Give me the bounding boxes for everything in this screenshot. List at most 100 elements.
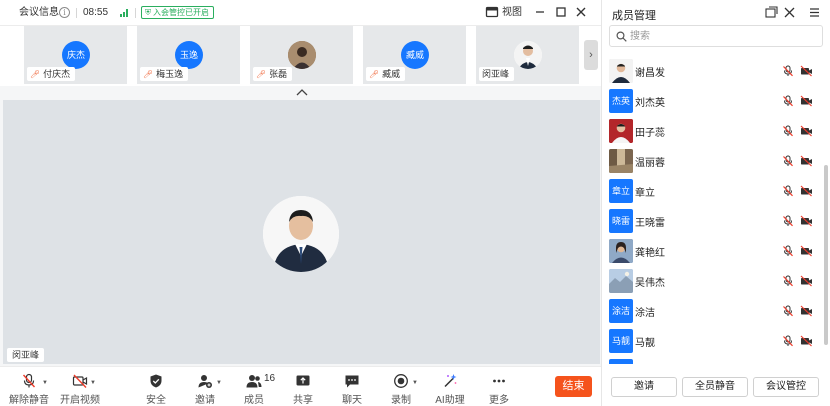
- participant-name-tag: 🎤︎ 张磊: [253, 67, 293, 81]
- chevron-up-icon[interactable]: [296, 88, 308, 96]
- end-meeting-button[interactable]: 结束: [555, 376, 592, 397]
- mic-off-icon[interactable]: [782, 185, 794, 197]
- mic-off-icon[interactable]: [782, 305, 794, 317]
- list-item[interactable]: 温丽蓉: [602, 146, 823, 176]
- mic-off-icon[interactable]: [782, 245, 794, 257]
- more-button[interactable]: 更多: [474, 372, 524, 406]
- list-item[interactable]: 马靓 马靓: [602, 326, 823, 356]
- search-input[interactable]: [630, 28, 818, 44]
- divider: [76, 8, 77, 18]
- meeting-area: 会议信息 i 08:55 ⛨ 入会管控已开启 视图 庆杰 🎤︎ 付庆杰 玉逸 🎤︎ 梅…: [0, 0, 601, 406]
- invite-button[interactable]: ▼ 邀请: [180, 372, 230, 406]
- mic-off-icon[interactable]: [782, 335, 794, 347]
- more-dots-icon: [493, 379, 505, 383]
- participant-tile[interactable]: 🎤︎ 张磊: [250, 26, 353, 84]
- panel-title: 成员管理: [612, 10, 656, 22]
- mute-all-button[interactable]: 全员静音: [682, 377, 748, 397]
- close-icon[interactable]: [783, 6, 796, 19]
- unmute-button[interactable]: ▼ 解除静音: [4, 372, 54, 406]
- member-name: 马靓: [635, 338, 655, 349]
- avatar-photo: [609, 119, 633, 143]
- ai-sparkle-icon: [444, 374, 457, 388]
- member-name: 田子蕊: [635, 128, 665, 139]
- participant-tile[interactable]: 庆杰 🎤︎ 付庆杰: [24, 26, 127, 84]
- chevron-down-icon[interactable]: ▼: [90, 380, 96, 386]
- view-icon[interactable]: [485, 5, 499, 19]
- camera-off-icon[interactable]: [800, 155, 813, 167]
- add-user-icon: [198, 375, 212, 388]
- camera-off-icon: [72, 374, 88, 388]
- waiting-room-badge[interactable]: ⛨ 入会管控已开启: [141, 6, 214, 19]
- camera-off-icon[interactable]: [800, 335, 813, 347]
- list-item[interactable]: 章立 章立: [602, 176, 823, 206]
- chevron-down-icon[interactable]: ▼: [216, 380, 222, 386]
- list-item[interactable]: 龚艳红: [602, 236, 823, 266]
- chevron-down-icon[interactable]: ▼: [412, 380, 418, 386]
- avatar-photo: [609, 149, 633, 173]
- participant-name-tag: 🎤︎ 臧威: [366, 67, 406, 81]
- list-item[interactable]: 田子蕊: [602, 116, 823, 146]
- meeting-time: 08:55: [83, 7, 109, 18]
- info-icon[interactable]: i: [59, 7, 70, 18]
- mic-off-icon[interactable]: [782, 65, 794, 77]
- member-name: 涂洁: [635, 308, 655, 319]
- list-item[interactable]: 晓雷 王晓雷: [602, 206, 823, 236]
- strip-scroll-right-button[interactable]: ›: [584, 40, 598, 70]
- camera-off-icon[interactable]: [800, 65, 813, 77]
- members-button[interactable]: 16 成员: [229, 372, 279, 406]
- camera-off-icon[interactable]: [800, 275, 813, 287]
- view-button[interactable]: 视图: [502, 6, 522, 20]
- invite-label: 邀请: [195, 395, 215, 406]
- member-name: 谢昌发: [635, 68, 665, 79]
- mic-off-icon[interactable]: [782, 155, 794, 167]
- camera-off-icon[interactable]: [800, 125, 813, 137]
- member-search[interactable]: [609, 25, 823, 47]
- list-item[interactable]: 谢昌发: [602, 56, 823, 86]
- list-item[interactable]: 涂洁 涂洁: [602, 296, 823, 326]
- menu-icon[interactable]: [808, 6, 821, 19]
- camera-off-icon[interactable]: [800, 95, 813, 107]
- mic-off-icon[interactable]: [782, 95, 794, 107]
- list-item[interactable]: [602, 356, 823, 364]
- mic-off-icon: 🎤︎: [369, 70, 380, 79]
- camera-off-icon[interactable]: [800, 185, 813, 197]
- signal-icon: [120, 9, 130, 17]
- search-icon: [616, 31, 627, 42]
- chevron-down-icon[interactable]: ▼: [42, 380, 48, 386]
- meeting-control-button[interactable]: 会议管控: [753, 377, 819, 397]
- popout-icon[interactable]: [765, 6, 778, 19]
- mic-off-icon[interactable]: [782, 125, 794, 137]
- start-video-button[interactable]: ▼ 开启视频: [55, 372, 105, 406]
- mic-off-icon[interactable]: [782, 215, 794, 227]
- meeting-info-label[interactable]: 会议信息: [19, 6, 59, 20]
- list-item[interactable]: 吴伟杰: [602, 266, 823, 296]
- camera-off-icon[interactable]: [800, 215, 813, 227]
- avatar: [609, 359, 633, 364]
- invite-button[interactable]: 邀请: [611, 377, 677, 397]
- members-icon: [246, 375, 262, 388]
- participant-name: 张磊: [269, 69, 288, 79]
- participant-tile[interactable]: 臧威 🎤︎ 臧威: [363, 26, 466, 84]
- participant-tile[interactable]: 玉逸 🎤︎ 梅玉逸: [137, 26, 240, 84]
- share-button[interactable]: 共享: [278, 372, 328, 406]
- security-button[interactable]: 安全: [131, 372, 181, 406]
- record-button[interactable]: ▼ 录制: [376, 372, 426, 406]
- record-label: 录制: [391, 395, 411, 406]
- list-item[interactable]: 杰英 刘杰英: [602, 86, 823, 116]
- chat-button[interactable]: 聊天: [327, 372, 377, 406]
- member-name: 王晓雷: [635, 218, 665, 229]
- speaker-avatar: [263, 196, 339, 272]
- ai-assistant-button[interactable]: AI助理: [425, 372, 475, 406]
- chat-icon: [345, 375, 359, 388]
- maximize-icon[interactable]: [554, 5, 568, 19]
- scrollbar[interactable]: [824, 165, 828, 345]
- participant-name-tag: 🎤︎ 付庆杰: [27, 67, 76, 81]
- close-icon[interactable]: [574, 5, 588, 19]
- camera-off-icon[interactable]: [800, 305, 813, 317]
- mic-off-icon[interactable]: [782, 275, 794, 287]
- camera-off-icon[interactable]: [800, 245, 813, 257]
- minimize-icon[interactable]: [533, 5, 547, 19]
- participant-tile[interactable]: 闵亚峰: [476, 26, 579, 84]
- avatar: 晓雷: [609, 209, 633, 233]
- member-name: 刘杰英: [635, 98, 665, 109]
